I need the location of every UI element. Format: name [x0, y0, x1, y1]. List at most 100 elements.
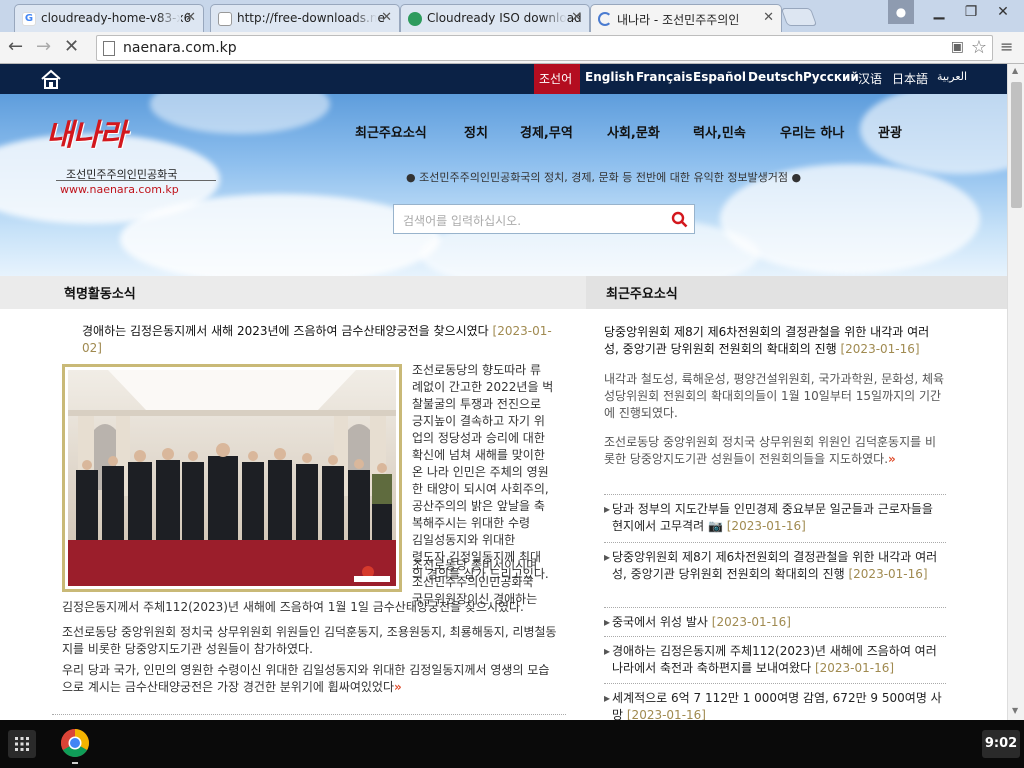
new-tab-button[interactable]: [780, 8, 818, 26]
lang-chinese[interactable]: 汉语: [858, 70, 882, 87]
vertical-scrollbar[interactable]: ▲ ▼: [1007, 64, 1024, 720]
lang-english[interactable]: English: [585, 70, 634, 84]
para-line: 조선로동당 총비서이시며: [412, 558, 538, 572]
lang-korean[interactable]: 조선어: [539, 70, 572, 87]
para-line: 업의 정당성과 승리에 대한: [412, 431, 545, 445]
news-list-item[interactable]: 세계적으로 6억 7 112만 1 000여명 감염, 672만 9 500여명…: [604, 683, 946, 720]
forward-arrow-icon[interactable]: →: [36, 36, 51, 58]
search-icon[interactable]: [671, 211, 688, 228]
chrome-icon[interactable]: [60, 728, 90, 758]
nav-history-folk[interactable]: 력사,민속: [693, 122, 746, 141]
header-banner: 내나라 조선민주주의인민공화국 www.naenara.com.kp 최근주요소…: [0, 94, 1007, 276]
news-item-date: [2023-01-16]: [848, 567, 928, 581]
close-window-button[interactable]: ✕: [990, 0, 1016, 24]
os-taskbar: 9:02: [0, 720, 1024, 768]
bookmark-star-icon[interactable]: ☆: [971, 37, 987, 58]
news-item-date: [2023-01-16]: [626, 708, 706, 720]
browser-window: G cloudready-home-v83-x6 ✕ http://free-d…: [0, 0, 1024, 768]
restore-button[interactable]: ❐: [958, 0, 984, 24]
article-photo[interactable]: [62, 364, 402, 592]
google-icon: G: [22, 12, 36, 26]
right-section-heading[interactable]: 최근주요소식: [606, 283, 678, 302]
apps-grid-icon: [15, 737, 29, 751]
lang-french[interactable]: Français: [636, 70, 692, 84]
search-box[interactable]: 검색어를 입력하십시오.: [393, 204, 695, 234]
article-paragraph-3: 조선로동당 중앙위원회 정치국 상무위원회 위원들인 김덕훈동지, 조용원동지,…: [62, 625, 557, 656]
tab-3[interactable]: Cloudready ISO download ✕: [400, 4, 590, 32]
minimize-button[interactable]: ▁: [926, 0, 952, 24]
search-input[interactable]: 검색어를 입력하십시오.: [403, 212, 521, 229]
logo-url: www.naenara.com.kp: [60, 183, 179, 196]
lang-japanese[interactable]: 日本語: [892, 70, 928, 87]
app-launcher-button[interactable]: [8, 730, 36, 758]
tab-4-active[interactable]: 내나라 - 조선민주주의인 ✕: [590, 4, 782, 32]
clock[interactable]: 9:02: [982, 730, 1020, 758]
lang-spanish[interactable]: Español: [693, 70, 746, 84]
left-section-heading[interactable]: 혁명활동소식: [64, 283, 136, 302]
tab-strip: G cloudready-home-v83-x6 ✕ http://free-d…: [0, 0, 1024, 32]
news-list-item[interactable]: 중국에서 위성 발사 [2023-01-16]: [604, 607, 946, 637]
article-title[interactable]: 경애하는 김정은동지께서 새해 2023년에 즈음하여 금수산태양궁전을 찾으시…: [82, 324, 489, 338]
close-tab-icon[interactable]: ✕: [381, 10, 392, 25]
article-headline[interactable]: 경애하는 김정은동지께서 새해 2023년에 즈음하여 금수산태양궁전을 찾으시…: [82, 323, 560, 357]
home-icon[interactable]: [40, 68, 62, 90]
nav-politics[interactable]: 정치: [464, 122, 488, 141]
para-line: 례없이 간고한 2022년을 벅: [412, 380, 554, 394]
close-tab-icon[interactable]: ✕: [185, 10, 196, 25]
scrollbar-thumb[interactable]: [1011, 82, 1022, 208]
page-content: 조선어 English Français Español Deutsch Рус…: [0, 64, 1007, 720]
page-icon: [103, 41, 115, 56]
scroll-down-icon[interactable]: ▼: [1012, 706, 1018, 715]
lang-arabic[interactable]: العربية: [937, 70, 967, 83]
user-icon[interactable]: ●: [888, 0, 914, 24]
article-paragraph-4: 우리 당과 국가, 인민의 영원한 수령이신 위대한 김일성동지와 위대한 김정…: [62, 662, 560, 696]
cloudready-icon: [408, 12, 422, 26]
news-list-item[interactable]: 당과 정부의 지도간부들 인민경제 중요부문 일군들과 근로자들을 현지에서 고…: [604, 494, 946, 541]
stop-icon[interactable]: ✕: [64, 36, 79, 58]
nav-economy-trade[interactable]: 경제,무역: [520, 122, 573, 141]
loading-icon: [598, 12, 612, 26]
translate-icon[interactable]: ▣: [951, 39, 964, 55]
para-line: 확신에 넘쳐 새해를 맞이한: [412, 448, 545, 462]
para-line: 조선민주주의인민공화국: [412, 575, 534, 589]
close-tab-icon[interactable]: ✕: [571, 10, 582, 25]
address-bar[interactable]: naenara.com.kp ▣ ☆: [96, 35, 993, 61]
more-arrow-icon[interactable]: »: [394, 680, 402, 694]
tab-2[interactable]: http://free-downloads.ne ✕: [210, 4, 400, 32]
news-item-date: [2023-01-16]: [711, 615, 791, 629]
more-arrow-icon[interactable]: »: [888, 452, 896, 466]
logo-divider: [56, 180, 216, 181]
site-logo[interactable]: 내나라: [46, 110, 127, 154]
close-tab-icon[interactable]: ✕: [763, 10, 774, 25]
lang-russian[interactable]: Русский: [803, 70, 859, 84]
lead-paragraph-2: 조선로동당 중앙위원회 정치국 상무위원회 위원인 김덕훈동지를 비롯한 당중앙…: [604, 434, 946, 468]
para-line: 김일성동지와 위대한: [412, 533, 516, 547]
memorial-hall-image: [68, 370, 396, 586]
nav-society-culture[interactable]: 사회,문화: [607, 122, 660, 141]
lead-news-title[interactable]: 당중앙위원회 제8기 제6차전원회의 결정관철을 위한 내각과 여러 성, 중앙…: [604, 324, 946, 358]
para-line: 긍지높이 결속하고 자기 위: [412, 414, 545, 428]
nav-tourism[interactable]: 관광: [878, 122, 902, 141]
para-line: 찰불굴의 투쟁과 전진으로: [412, 397, 542, 411]
back-arrow-icon[interactable]: ←: [8, 36, 23, 58]
page-icon: [218, 12, 232, 26]
menu-icon[interactable]: ≡: [1000, 36, 1013, 58]
browser-toolbar: ← → ✕ naenara.com.kp ▣ ☆ ≡: [0, 32, 1024, 64]
para-line: 공산주의의 밝은 앞날을 축: [412, 499, 545, 513]
nav-we-are-one[interactable]: 우리는 하나: [780, 122, 844, 141]
para4-text: 우리 당과 국가, 인민의 영원한 수령이신 위대한 김일성동지와 위대한 김정…: [62, 663, 550, 694]
url-text[interactable]: naenara.com.kp: [123, 40, 237, 56]
article-paragraph-1: 조선로동당의 향도따라 류 례없이 간고한 2022년을 벅 찰불굴의 투쟁과 …: [412, 362, 557, 583]
tagline-text: 조선민주주의인민공화국의 정치, 경제, 문화 등 전반에 대한 유익한 정보발…: [419, 171, 789, 184]
lang-german[interactable]: Deutsch: [748, 70, 803, 84]
section-header-bar: 혁명활동소식 최근주요소식: [0, 276, 1007, 309]
news-list-item[interactable]: 경애하는 김정은동지께 주체112(2023)년 새해에 즈음하여 여러 나라에…: [604, 636, 946, 683]
tab-1[interactable]: G cloudready-home-v83-x6 ✕: [14, 4, 204, 32]
news-list-item[interactable]: 당중앙위원회 제8기 제6차전원회의 결정관철을 위한 내각과 여러 성, 중앙…: [604, 542, 946, 589]
news-item-date: [2023-01-16]: [814, 661, 895, 675]
news-item-date: [2023-01-16]: [726, 519, 806, 533]
scroll-up-icon[interactable]: ▲: [1012, 66, 1018, 75]
nav-latest-news[interactable]: 최근주요소식: [355, 122, 427, 141]
news-item-text[interactable]: 중국에서 위성 발사: [612, 615, 708, 629]
para-line: 복해주시는 위대한 수령: [412, 516, 531, 530]
